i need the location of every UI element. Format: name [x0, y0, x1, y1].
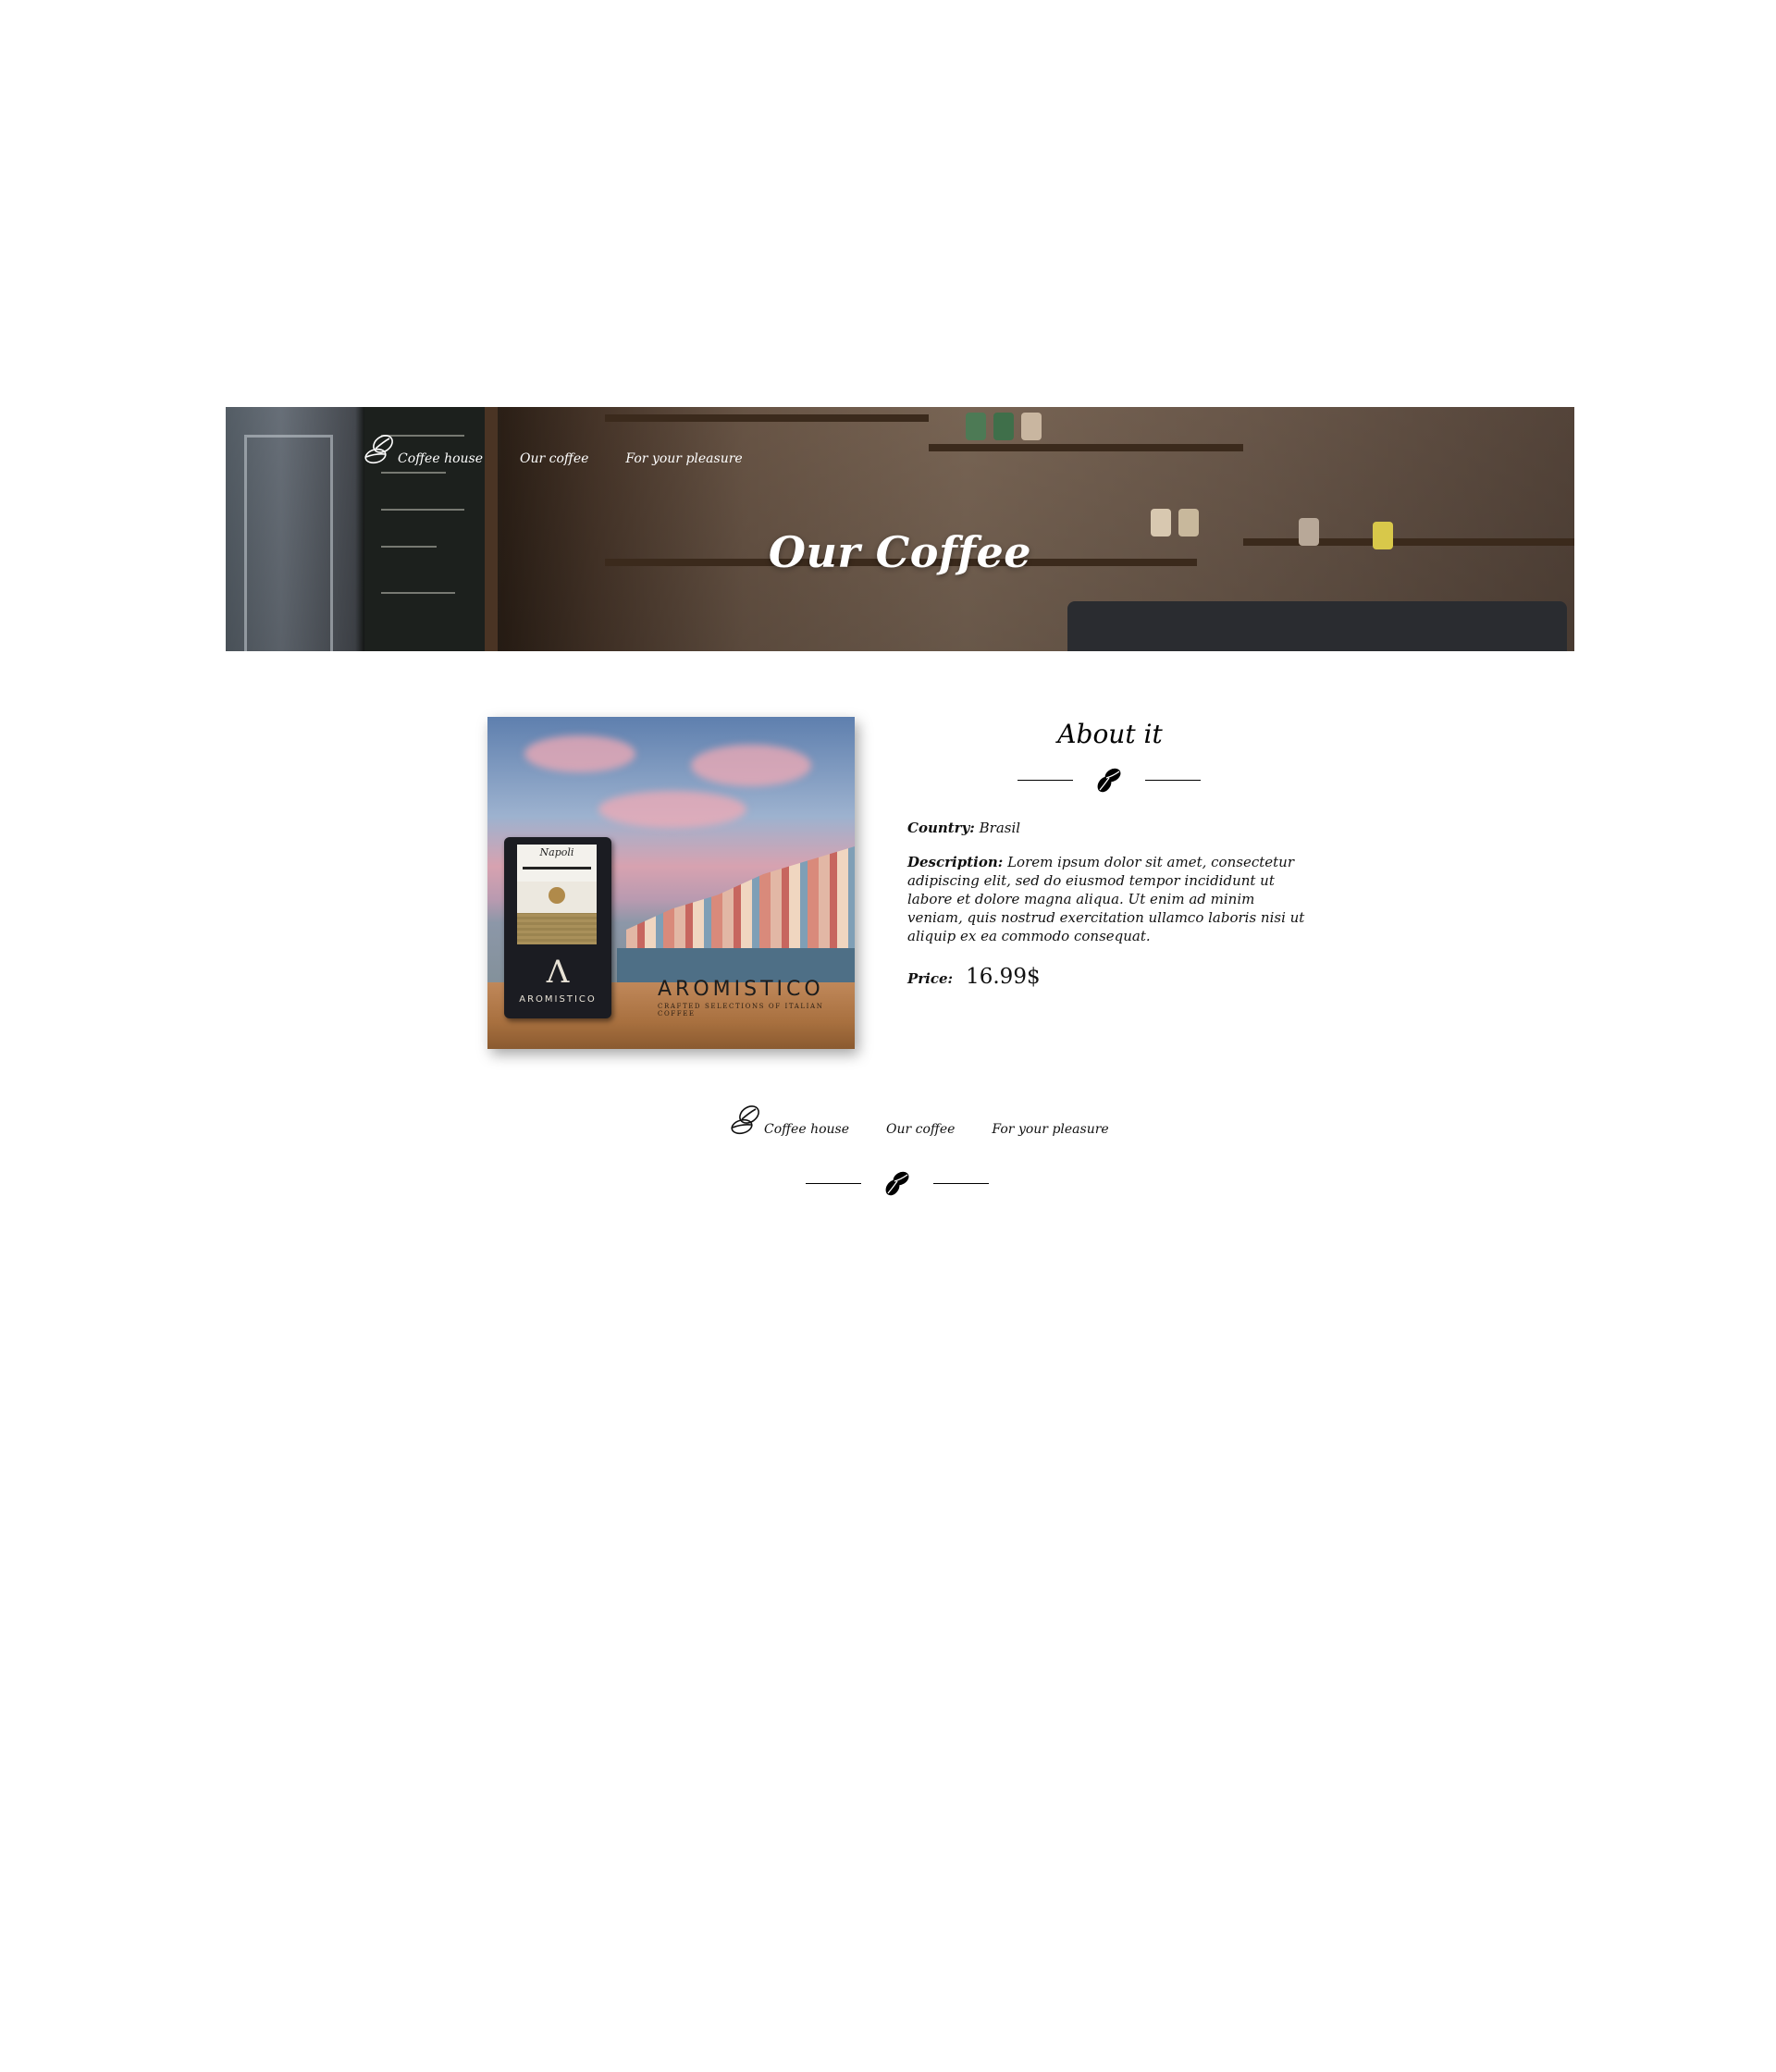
bag-label: Napoli — [517, 845, 597, 882]
price-label: Price: — [907, 970, 954, 987]
divider-line — [933, 1182, 989, 1184]
bag-label-seal — [517, 882, 597, 913]
hero-shelf — [605, 414, 929, 422]
footer-nav: Coffee house Our coffee For your pleasur… — [731, 1104, 1109, 1137]
country-row: Country: Brasil — [907, 819, 1305, 837]
nav-link-our-coffee[interactable]: Our coffee — [520, 451, 588, 466]
nav-link-coffee-house[interactable]: Coffee house — [398, 451, 483, 466]
price-row: Price: 16.99$ — [907, 965, 1305, 989]
divider-line — [1145, 779, 1201, 781]
sky-cloud — [691, 745, 811, 786]
hero-banner: Coffee house Our coffee For your pleasur… — [226, 407, 1574, 651]
footer-link-for-your-pleasure[interactable]: For your pleasure — [992, 1122, 1108, 1137]
description-label: Description: — [907, 854, 1004, 870]
coffee-beans-outline-icon — [731, 1105, 759, 1135]
footer-logo-link[interactable]: Coffee house — [731, 1104, 849, 1137]
about-divider — [1018, 766, 1201, 794]
image-brand-text: AROMISTICO — [658, 978, 824, 1001]
bag-seal-icon — [549, 887, 565, 904]
footer-link-coffee-house[interactable]: Coffee house — [764, 1122, 849, 1137]
bag-name: Napoli — [539, 846, 574, 858]
country-label: Country: — [907, 820, 975, 836]
header-logo-link[interactable]: Coffee house — [364, 433, 483, 466]
hero-shelf — [929, 444, 1243, 451]
sky-cloud — [598, 791, 746, 828]
coffee-beans-icon — [885, 1171, 909, 1196]
coffee-bag: Napoli Λ AROMISTICO — [504, 837, 611, 1018]
country-value: Brasil — [979, 820, 1021, 836]
page-title: Our Coffee — [768, 527, 1032, 577]
bag-window — [517, 913, 597, 944]
hero-espresso-machine — [1067, 601, 1567, 651]
nav-link-for-your-pleasure[interactable]: For your pleasure — [625, 451, 742, 466]
divider-line — [1018, 779, 1073, 781]
header-nav: Coffee house Our coffee For your pleasur… — [364, 433, 743, 466]
bag-brand: AROMISTICO — [519, 994, 597, 1005]
coffee-beans-outline-icon — [364, 435, 393, 464]
divider-line — [806, 1182, 861, 1184]
about-title: About it — [1057, 719, 1163, 749]
sky-cloud — [524, 735, 635, 772]
bag-logo-icon: Λ — [546, 954, 570, 991]
footer-link-our-coffee[interactable]: Our coffee — [886, 1122, 955, 1137]
coffee-beans-icon — [1097, 768, 1121, 793]
description-row: Description: Lorem ipsum dolor sit amet,… — [907, 853, 1305, 945]
image-brand-subtext: CRAFTED SELECTIONS OF ITALIAN COFFEE — [658, 1003, 824, 1018]
bag-label-bar — [523, 867, 591, 870]
price-value: 16.99$ — [966, 965, 1041, 989]
product-image: Napoli Λ AROMISTICO AROMISTICO CRAFTED S… — [487, 717, 855, 1049]
footer-divider — [806, 1169, 989, 1197]
